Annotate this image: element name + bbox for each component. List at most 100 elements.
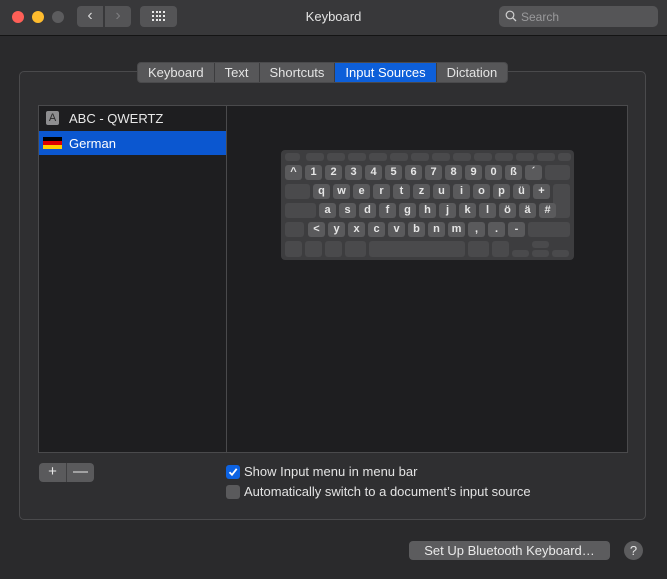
checkmark-icon	[228, 467, 238, 476]
key: f	[379, 203, 396, 218]
key: h	[419, 203, 436, 218]
key: 7	[425, 165, 442, 180]
key: <	[308, 222, 325, 237]
key-shift-right	[528, 222, 570, 237]
key: ü	[513, 184, 530, 199]
tab-bar: Keyboard Text Shortcuts Input Sources Di…	[137, 62, 509, 83]
key: s	[339, 203, 356, 218]
key: i	[453, 184, 470, 199]
keyboard-layout-preview: ^ 1 2 3 4 5 6 7 8 9 0 ß ´ q w e r t z u i o p ü + a s d f g h j k l ö ä # < y x…	[281, 150, 574, 260]
key: n	[428, 222, 445, 237]
key: ä	[519, 203, 536, 218]
key: 5	[385, 165, 402, 180]
key: 3	[345, 165, 362, 180]
key-esc	[285, 153, 300, 161]
show-input-menu-label: Show Input menu in menu bar	[244, 464, 418, 479]
tab-text[interactable]: Text	[215, 63, 260, 82]
key: t	[393, 184, 410, 199]
key: ö	[499, 203, 516, 218]
key-arrow-down	[532, 250, 549, 257]
search-icon	[505, 10, 517, 22]
key: z	[413, 184, 430, 199]
key-function	[306, 153, 324, 161]
key: y	[328, 222, 345, 237]
key: 9	[465, 165, 482, 180]
key-power	[558, 153, 571, 161]
key-function	[327, 153, 345, 161]
key: o	[473, 184, 490, 199]
key-option-right	[492, 241, 509, 257]
key: +	[533, 184, 550, 199]
key: 6	[405, 165, 422, 180]
key: ß	[505, 165, 522, 180]
tab-input-sources[interactable]: Input Sources	[335, 63, 437, 82]
key-caps-lock	[285, 203, 316, 218]
key-arrow-up	[532, 241, 549, 248]
key-function	[432, 153, 450, 161]
search-input[interactable]	[521, 6, 651, 27]
german-flag-icon	[43, 137, 62, 149]
key: 1	[305, 165, 322, 180]
auto-switch-label: Automatically switch to a document’s inp…	[244, 484, 531, 499]
key: l	[479, 203, 496, 218]
list-item-abc-qwertz[interactable]: A ABC - QWERTZ	[39, 106, 226, 130]
list-controls: + —	[39, 463, 94, 482]
key-command	[345, 241, 366, 257]
add-input-source-button[interactable]: +	[39, 463, 67, 482]
key: .	[488, 222, 505, 237]
show-input-menu-option[interactable]: Show Input menu in menu bar	[226, 464, 417, 479]
key: e	[353, 184, 370, 199]
key-function	[369, 153, 387, 161]
key: 4	[365, 165, 382, 180]
auto-switch-option[interactable]: Automatically switch to a document’s inp…	[226, 484, 531, 499]
key-function	[348, 153, 366, 161]
tab-keyboard[interactable]: Keyboard	[138, 63, 215, 82]
key: m	[448, 222, 465, 237]
key-arrow-right	[552, 250, 569, 257]
key: j	[439, 203, 456, 218]
search-field[interactable]	[499, 6, 658, 27]
key: v	[388, 222, 405, 237]
help-button[interactable]: ?	[624, 541, 643, 560]
key: u	[433, 184, 450, 199]
key: p	[493, 184, 510, 199]
key-option	[325, 241, 342, 257]
show-input-menu-checkbox[interactable]	[226, 464, 240, 479]
title-bar: ‹ › Keyboard	[0, 0, 667, 36]
key: b	[408, 222, 425, 237]
remove-input-source-button[interactable]: —	[67, 463, 94, 482]
key: a	[319, 203, 336, 218]
key: d	[359, 203, 376, 218]
tab-dictation[interactable]: Dictation	[437, 63, 508, 82]
key-fn	[285, 241, 302, 257]
auto-switch-checkbox[interactable]	[226, 484, 240, 499]
key: 8	[445, 165, 462, 180]
key: k	[459, 203, 476, 218]
key: g	[399, 203, 416, 218]
key-function	[453, 153, 471, 161]
key: w	[333, 184, 350, 199]
list-item-label: ABC - QWERTZ	[69, 110, 164, 126]
key: 2	[325, 165, 342, 180]
key-shift-left	[285, 222, 304, 237]
key: -	[508, 222, 525, 237]
input-sources-list[interactable]: A ABC - QWERTZ German	[38, 105, 227, 453]
key-function	[495, 153, 513, 161]
key-delete	[545, 165, 570, 180]
key-control	[305, 241, 322, 257]
key-command-right	[468, 241, 489, 257]
key: 0	[485, 165, 502, 180]
key: ^	[285, 165, 302, 180]
key-function	[411, 153, 429, 161]
key: ´	[525, 165, 542, 180]
key-tab	[285, 184, 310, 199]
abc-keyboard-icon: A	[46, 111, 59, 125]
tab-shortcuts[interactable]: Shortcuts	[260, 63, 336, 82]
key: #	[539, 203, 556, 218]
setup-bluetooth-keyboard-button[interactable]: Set Up Bluetooth Keyboard…	[409, 541, 610, 560]
key: q	[313, 184, 330, 199]
list-item-german[interactable]: German	[39, 131, 226, 155]
key-arrow-left	[512, 250, 529, 257]
key-function	[537, 153, 555, 161]
flag-stripe-gold	[43, 145, 62, 149]
